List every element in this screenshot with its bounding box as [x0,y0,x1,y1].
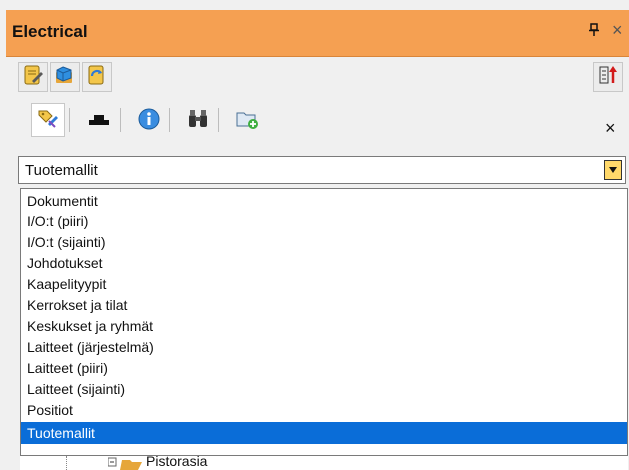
close-icon[interactable]: × [612,20,623,41]
dropdown-option-selected[interactable]: Tuotemallit [21,422,627,444]
tree-item-label[interactable]: Pistorasia [146,456,207,469]
dropdown-option[interactable]: Laitteet (piiri) [21,358,627,378]
document-edit-icon [22,64,44,91]
dropdown-option[interactable]: Kerrokset ja tilat [21,295,627,315]
dropdown-option[interactable]: Keskukset ja ryhmät [21,316,627,336]
sort-order-button[interactable] [593,62,623,92]
dropdown-option[interactable]: Positiot [21,400,627,420]
tab-tag-edit[interactable] [31,103,65,137]
folder-icon [107,456,142,470]
tab-separator [69,108,70,132]
panel-title-bar[interactable]: Electrical × [6,10,629,57]
pin-icon[interactable] [588,23,600,41]
dropdown-option[interactable]: Laitteet (järjestelmä) [21,337,627,357]
dropdown-option[interactable]: Kaapelityypit [21,274,627,294]
dropdown-option[interactable]: I/O:t (sijainti) [21,232,627,252]
tab-new-folder[interactable] [232,106,262,136]
view-select-dropdown[interactable]: Dokumentit I/O:t (piiri) I/O:t (sijainti… [20,188,628,456]
sort-order-icon [597,64,619,91]
flat-component-icon [87,107,111,136]
dropdown-option[interactable]: I/O:t (piiri) [21,211,627,231]
view-select[interactable]: Tuotemallit [18,156,626,184]
tab-separator [120,108,121,132]
tab-info[interactable] [134,106,164,136]
refresh-folder-button[interactable] [82,62,112,92]
binoculars-icon [186,107,210,136]
info-icon [137,107,161,136]
dropdown-option[interactable]: Laitteet (sijainti) [21,379,627,399]
tab-separator [218,108,219,132]
refresh-folder-icon [86,64,108,91]
tree-connector [66,456,67,470]
tab-separator [169,108,170,132]
view-select-value: Tuotemallit [25,162,98,179]
dropdown-option[interactable]: Dokumentit [21,191,627,211]
cube-folder-icon [54,64,76,91]
document-edit-button[interactable] [18,62,48,92]
tree-view[interactable]: Pistorasia [20,456,628,470]
tab-flat-component[interactable] [84,106,114,136]
panel-title: Electrical [12,22,88,41]
tab-binoculars[interactable] [183,106,213,136]
dropdown-option[interactable]: Johdotukset [21,253,627,273]
chevron-down-icon [608,161,618,179]
new-folder-icon [235,107,259,136]
close-tab-icon[interactable]: × [605,118,616,139]
dropdown-toggle-button[interactable] [604,160,622,180]
cube-folder-button[interactable] [50,62,80,92]
tag-edit-icon [36,106,60,135]
